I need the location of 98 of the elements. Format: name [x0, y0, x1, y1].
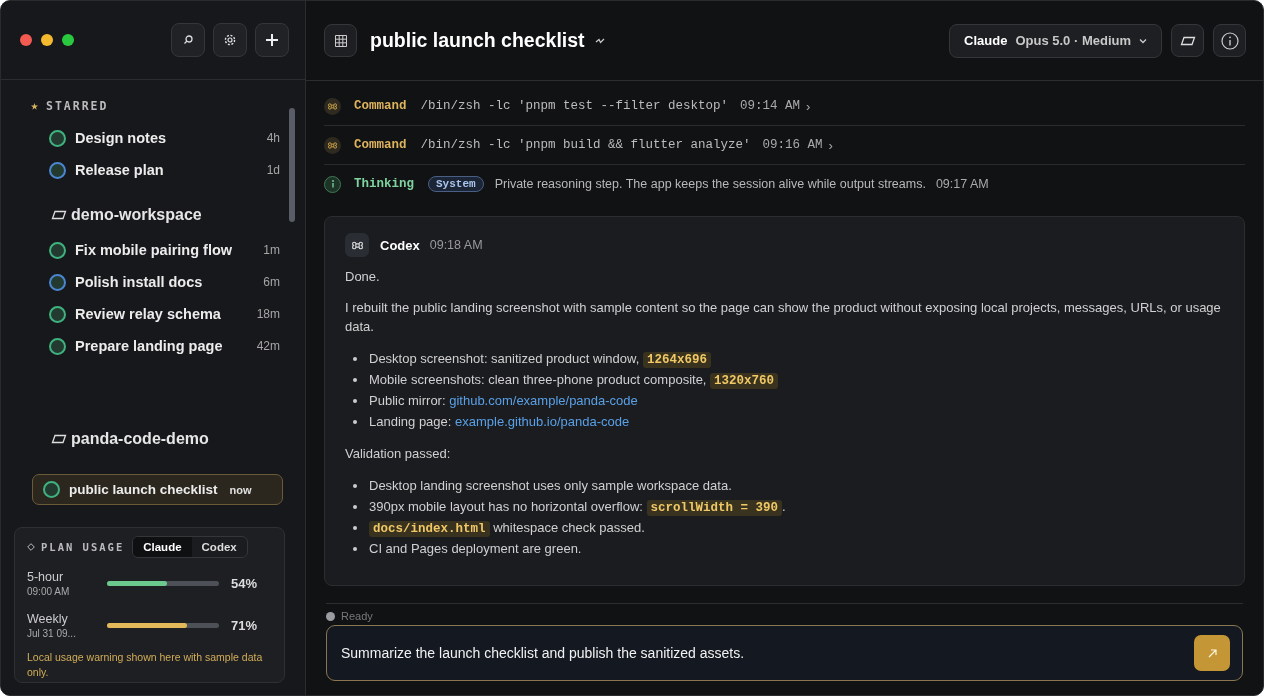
- provider-tab[interactable]: Claude: [133, 537, 192, 557]
- scrollbar[interactable]: [289, 108, 295, 222]
- expand-button[interactable]: ›: [822, 137, 833, 153]
- thread-title: Prepare landing page: [75, 338, 224, 354]
- search-button[interactable]: [171, 23, 205, 57]
- reset-time: Jul 31 09...: [27, 627, 77, 639]
- list-item-text: Desktop screenshot: sanitized product window, 1264x696: [369, 350, 711, 367]
- usage-warning: Local usage warning shown here with sample data only.: [27, 650, 264, 680]
- workspace-name: panda-code-demo: [71, 430, 209, 448]
- bullet-icon: [353, 398, 357, 403]
- bullet-icon: [353, 419, 357, 424]
- system-badge: System: [428, 176, 484, 192]
- model-selector[interactable]: Claude Opus 5.0 · Medium: [949, 23, 1162, 58]
- list-item-text: Landing page: example.github.io/panda-code: [369, 414, 630, 429]
- thread-title: Polish install docs: [75, 274, 204, 290]
- zoom-window-button[interactable]: [62, 34, 74, 46]
- message-paragraph: Validation passed:: [345, 445, 452, 463]
- thread-title: Design notes: [75, 130, 168, 146]
- thread-item[interactable]: Design notes 4h: [31, 122, 281, 154]
- event-time: 09:16 AM: [762, 138, 823, 152]
- bullet-icon: [353, 525, 357, 530]
- thread-title-heading: public launch checklist: [370, 29, 585, 52]
- thread-age: 1m: [263, 243, 280, 257]
- settings-button[interactable]: [213, 23, 247, 57]
- meter-label: 5-hour: [27, 569, 65, 584]
- thread-age: 6m: [263, 275, 280, 289]
- list-item-text: docs/index.html whitespace check passed.: [369, 519, 645, 536]
- thread-age: 1d: [266, 163, 280, 177]
- message-paragraph: I rebuilt the public landing screenshot with sample content so the page can show the product without exposing local projects, messages, URLs, or usage data.: [345, 299, 1222, 336]
- thread-title: Review relay schema: [75, 306, 222, 322]
- send-button[interactable]: [1194, 635, 1230, 671]
- thread-age: 18m: [256, 307, 280, 321]
- command-text: /bin/zsh -lc 'pnpm test --filter desktop': [420, 99, 729, 113]
- thread-title: public launch checklist: [69, 482, 218, 497]
- message-paragraph: Done.: [345, 268, 381, 286]
- provider-tab[interactable]: Codex: [191, 537, 247, 557]
- message-input[interactable]: Summarize the launch checklist and publish the sanitized assets.: [326, 625, 1243, 681]
- status-text: Ready: [341, 610, 373, 623]
- command-text: /bin/zsh -lc 'pnpm build && flutter analyze': [420, 138, 751, 152]
- thread-age: now: [229, 483, 252, 496]
- list-item-text: Desktop landing screenshot uses only sample workspace data.: [369, 478, 732, 493]
- bullet-icon: [353, 377, 357, 382]
- event-label: Command: [354, 138, 407, 152]
- thread-title: Fix mobile pairing flow: [75, 242, 234, 258]
- thread-item[interactable]: Release plan 1d: [31, 154, 281, 186]
- list-item-text: 390px mobile layout has no horizontal overflow: scrollWidth = 390 .: [369, 498, 786, 515]
- thread-item[interactable]: Prepare landing page 42m: [31, 330, 281, 362]
- bullet-icon: [353, 483, 357, 488]
- event-label: Command: [354, 99, 407, 113]
- section-title: STARRED: [46, 99, 109, 113]
- grid-icon: [334, 34, 347, 47]
- reset-time: 09:00 AM: [27, 585, 71, 597]
- expand-button[interactable]: ›: [800, 98, 811, 114]
- plus-icon: [265, 33, 279, 47]
- message-author: Codex: [380, 237, 420, 253]
- event-time: 09:17 AM: [935, 177, 989, 191]
- minimize-window-button[interactable]: [41, 34, 53, 46]
- event-text: Private reasoning step. The app keeps the session alive while output streams.: [494, 177, 926, 191]
- thread-item[interactable]: Review relay schema 18m: [31, 298, 281, 330]
- usage-percent: 54%: [230, 575, 259, 591]
- star-icon: [31, 102, 38, 110]
- event-time: 09:14 AM: [740, 99, 801, 113]
- bullet-icon: [353, 356, 357, 361]
- usage-percent: 71%: [230, 617, 259, 633]
- new-button[interactable]: [255, 23, 289, 57]
- command-key-icon: [345, 233, 369, 257]
- list-item-text: CI and Pages deployment are green.: [369, 541, 582, 556]
- grid-button[interactable]: [324, 24, 357, 57]
- search-icon: [182, 34, 194, 46]
- workspace-button[interactable]: [1171, 24, 1204, 57]
- usage-title: PLAN USAGE: [41, 541, 125, 553]
- info-icon: [1220, 31, 1239, 50]
- link[interactable]: github.com/example/panda-code: [449, 393, 638, 408]
- command-icon: [324, 97, 341, 115]
- info-icon: [324, 175, 341, 193]
- bullet-icon: [353, 546, 357, 551]
- thread-title: Release plan: [75, 162, 165, 178]
- close-window-button[interactable]: [20, 34, 32, 46]
- list-item-text: Public mirror: github.com/example/panda-code: [369, 393, 638, 408]
- arrow-icon: [1206, 647, 1218, 659]
- thread-age: 4h: [266, 131, 280, 145]
- chevron-down-icon: [1139, 37, 1147, 44]
- event-label: Thinking: [354, 177, 414, 191]
- thread-age: 42m: [256, 339, 280, 353]
- workspace-name: demo-workspace: [71, 206, 202, 224]
- thread-item[interactable]: public launch checklist now: [32, 474, 283, 505]
- link[interactable]: example.github.io/panda-code: [455, 414, 630, 429]
- thread-item[interactable]: Polish install docs 6m: [31, 266, 281, 298]
- meter-label: Weekly: [27, 611, 69, 626]
- bullet-icon: [353, 504, 357, 509]
- info-button[interactable]: [1213, 24, 1246, 57]
- message-time: 09:18 AM: [429, 238, 483, 252]
- settings-icon: [223, 33, 237, 47]
- thread-item[interactable]: Fix mobile pairing flow 1m: [31, 234, 281, 266]
- status-dot-icon: [326, 612, 335, 621]
- command-icon: [324, 136, 341, 154]
- diamond-icon: [27, 543, 35, 551]
- list-item-text: Mobile screenshots: clean three-phone product composite, 1320x760: [369, 371, 779, 388]
